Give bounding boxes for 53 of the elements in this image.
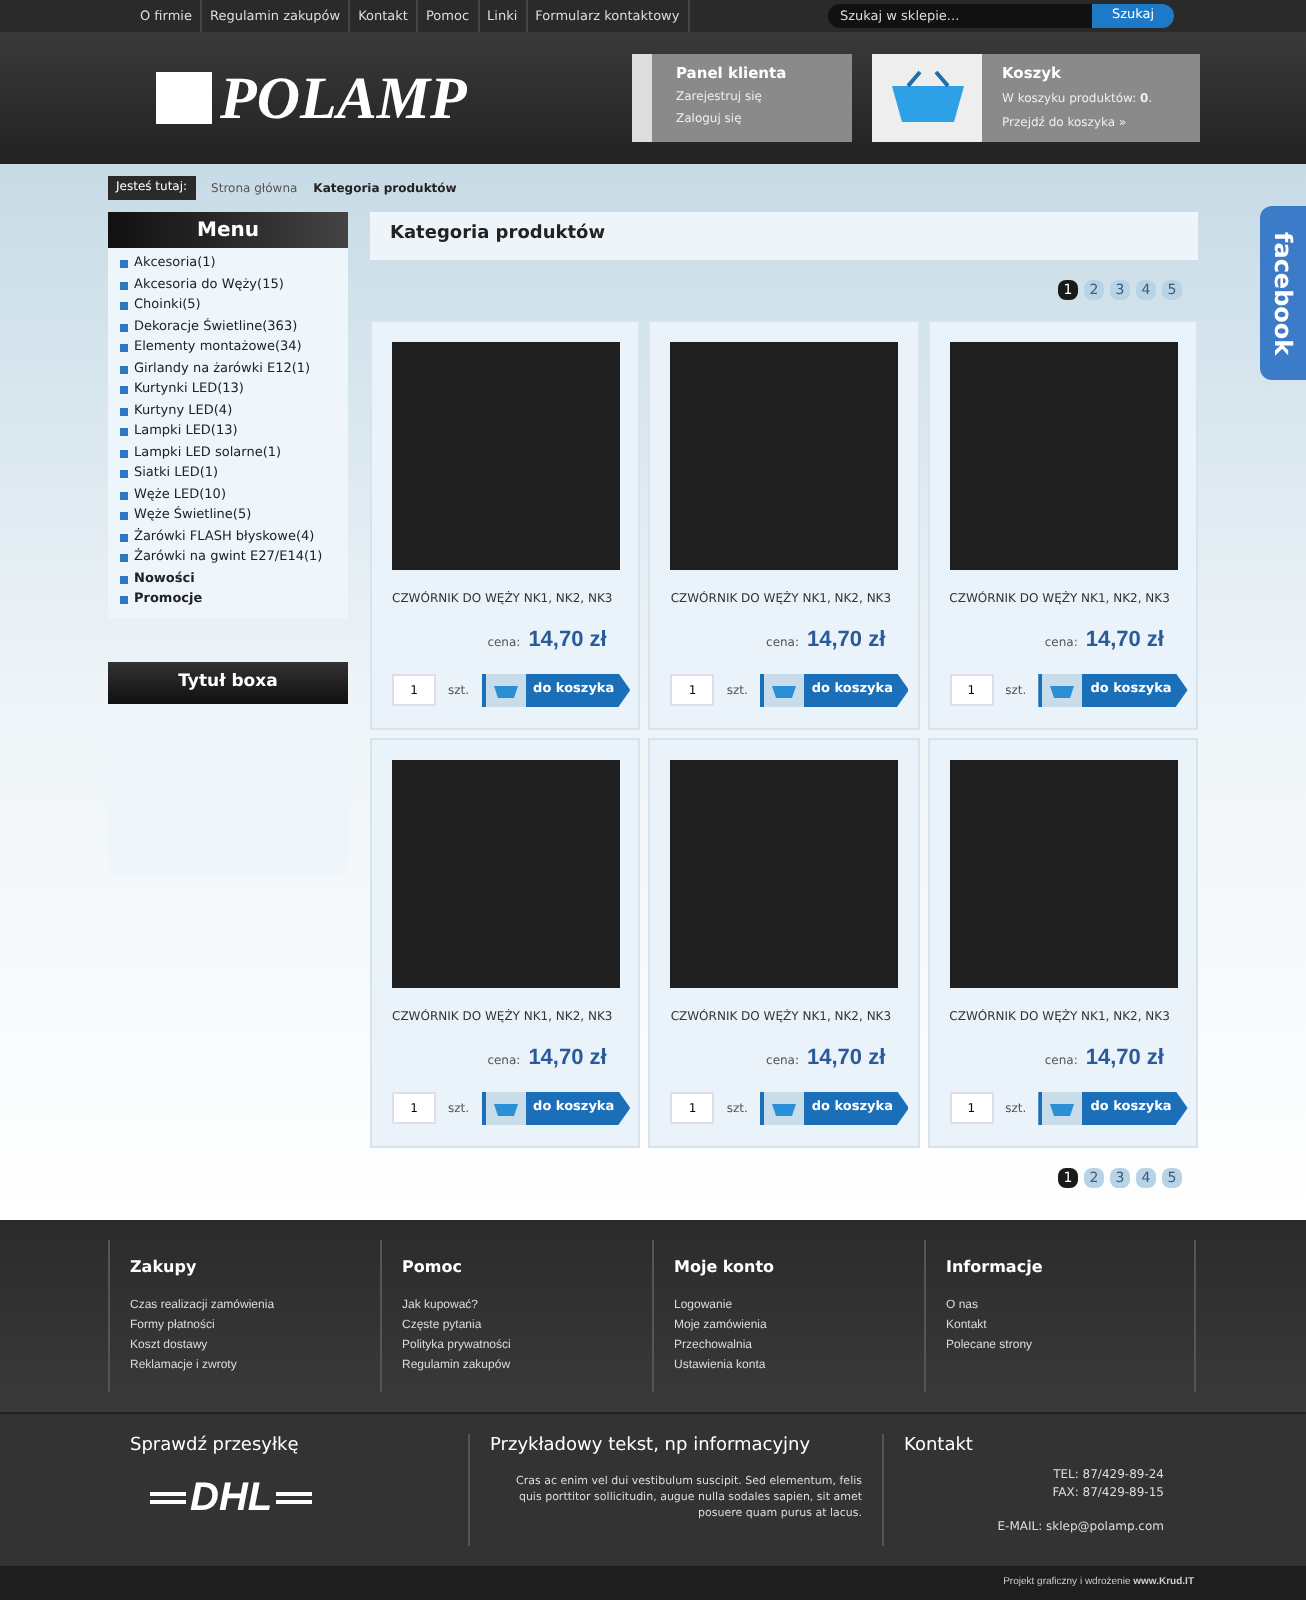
- speed-lines-icon: [276, 1491, 313, 1503]
- basket-icon: [759, 673, 804, 707]
- bullet-icon: [120, 533, 128, 542]
- bullet-icon: [120, 302, 128, 311]
- product-price: 14,70 zł: [807, 626, 886, 656]
- logo-square-icon: [156, 72, 212, 124]
- product-price: 14,70 zł: [528, 626, 607, 656]
- product-price: 14,70 zł: [1085, 626, 1164, 656]
- product-image[interactable]: [392, 342, 620, 570]
- product-price: 14,70 zł: [1085, 1044, 1164, 1074]
- footer-heading: Zakupy: [130, 1256, 199, 1280]
- bullet-icon: [120, 407, 128, 416]
- product-image[interactable]: [392, 760, 620, 988]
- bullet-icon: [120, 554, 128, 563]
- footer-heading: Pomoc: [402, 1256, 464, 1280]
- basket-icon: [1038, 1091, 1083, 1125]
- tracking-title: Sprawdź przesyłkę: [130, 1434, 301, 1460]
- bullet-icon: [120, 449, 128, 458]
- basket-icon: [481, 673, 526, 707]
- bullet-icon: [120, 491, 128, 500]
- facebook-tab[interactable]: facebook: [1260, 206, 1306, 380]
- bullet-icon: [120, 470, 128, 479]
- bullet-icon: [120, 512, 128, 521]
- product-image[interactable]: [949, 342, 1178, 570]
- basket-icon: [759, 1091, 804, 1125]
- bullet-icon: [120, 386, 128, 395]
- product-image[interactable]: [670, 342, 899, 570]
- content-title: Kategoria produktów: [390, 222, 606, 249]
- footer-heading: Informacje: [946, 1256, 1045, 1280]
- bullet-icon: [120, 323, 128, 332]
- product-image[interactable]: [949, 760, 1178, 988]
- product-price: 14,70 zł: [807, 1044, 886, 1074]
- basket-icon: [1038, 673, 1083, 707]
- product-price: 14,70 zł: [528, 1044, 607, 1074]
- speed-lines-icon: [150, 1491, 186, 1503]
- bullet-icon: [120, 344, 128, 353]
- contact-title: Kontakt: [904, 1434, 975, 1460]
- footer-heading: Moje konto: [674, 1256, 777, 1280]
- info-title: Przykładowy tekst, np informacyjny: [490, 1434, 813, 1460]
- bullet-icon: [120, 428, 128, 437]
- bullet-icon: [120, 575, 128, 584]
- bullet-icon: [120, 365, 128, 374]
- courier-logo: DHL: [190, 1477, 273, 1517]
- basket-icon: [872, 54, 982, 142]
- bullet-icon: [120, 281, 128, 290]
- facebook-label: facebook: [1267, 231, 1299, 355]
- box-title: Tytuł boxa: [178, 669, 278, 695]
- bullet-icon: [120, 596, 128, 605]
- basket-icon: [481, 1091, 526, 1125]
- logo[interactable]: POLAMP: [220, 53, 467, 143]
- product-image[interactable]: [670, 760, 899, 988]
- menu-title: Menu: [197, 217, 259, 245]
- bullet-icon: [120, 260, 128, 269]
